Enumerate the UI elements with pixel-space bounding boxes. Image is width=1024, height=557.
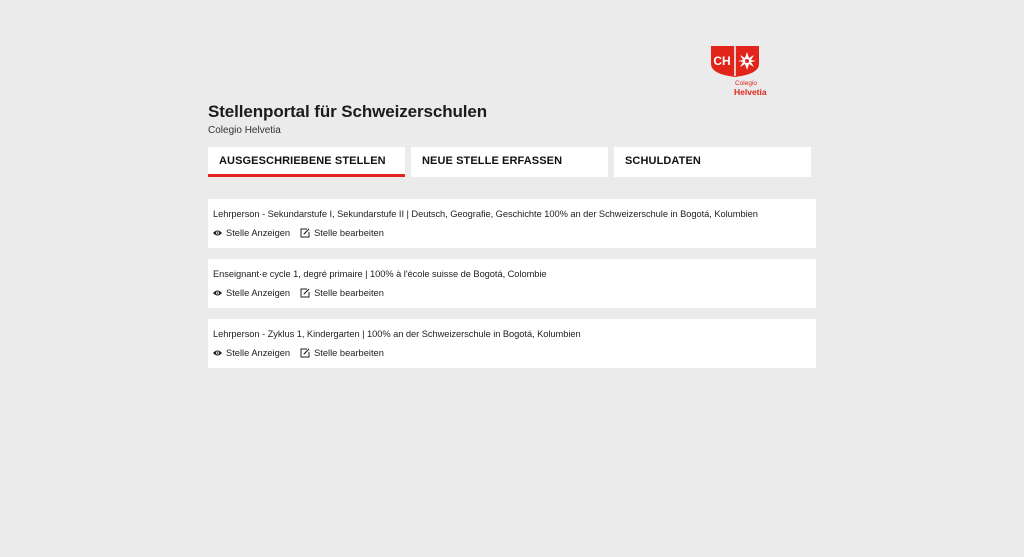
view-listing-button[interactable]: Stelle Anzeigen <box>213 288 290 298</box>
edit-listing-label: Stelle bearbeiten <box>314 348 384 358</box>
listing-actions: Stelle Anzeigen Stelle bearbeiten <box>213 348 811 358</box>
edit-listing-button[interactable]: Stelle bearbeiten <box>300 228 384 238</box>
edit-listing-button[interactable]: Stelle bearbeiten <box>300 348 384 358</box>
page: CH Colegio Helvetia Stellenportal für Sc… <box>0 0 1024 557</box>
edit-icon <box>300 288 310 298</box>
eye-icon <box>213 230 222 236</box>
view-listing-button[interactable]: Stelle Anzeigen <box>213 348 290 358</box>
tab-schuldaten[interactable]: SCHULDATEN <box>614 147 811 177</box>
school-logo[interactable]: CH Colegio Helvetia <box>709 44 775 100</box>
edit-listing-label: Stelle bearbeiten <box>314 288 384 298</box>
job-title: Lehrperson - Zyklus 1, Kindergarten | 10… <box>213 329 581 339</box>
eye-icon <box>213 350 222 356</box>
view-listing-label: Stelle Anzeigen <box>226 228 291 238</box>
job-listing-card: Enseignant·e cycle 1, degré primaire | 1… <box>208 259 816 308</box>
edit-icon <box>300 348 310 358</box>
tab-neue-stelle-erfassen[interactable]: NEUE STELLE ERFASSEN <box>411 147 608 177</box>
listing-actions: Stelle Anzeigen Stelle bearbeiten <box>213 288 811 298</box>
edit-listing-label: Stelle bearbeiten <box>314 228 384 238</box>
logo-caption-big: Helvetia <box>734 86 767 97</box>
job-title: Lehrperson - Sekundarstufe I, Sekundarst… <box>213 209 758 219</box>
view-listing-label: Stelle Anzeigen <box>226 348 291 358</box>
edit-icon <box>300 228 310 238</box>
logo-caption: Colegio Helvetia <box>734 80 767 97</box>
job-listing-card: Lehrperson - Sekundarstufe I, Sekundarst… <box>208 199 816 248</box>
job-listing-card: Lehrperson - Zyklus 1, Kindergarten | 10… <box>208 319 816 368</box>
logo-mark-text: CH <box>713 54 730 68</box>
tab-ausgeschriebene-stellen[interactable]: AUSGESCHRIEBENE STELLEN <box>208 147 405 177</box>
logo-shield-icon: CH <box>711 46 759 77</box>
job-listings: Lehrperson - Sekundarstufe I, Sekundarst… <box>208 199 816 379</box>
eye-icon <box>213 290 222 296</box>
view-listing-label: Stelle Anzeigen <box>226 288 291 298</box>
listing-actions: Stelle Anzeigen Stelle bearbeiten <box>213 228 811 238</box>
school-name: Colegio Helvetia <box>208 125 281 136</box>
view-listing-button[interactable]: Stelle Anzeigen <box>213 228 290 238</box>
page-title: Stellenportal für Schweizerschulen <box>208 102 488 121</box>
tab-bar: AUSGESCHRIEBENE STELLEN NEUE STELLE ERFA… <box>208 147 811 177</box>
job-title: Enseignant·e cycle 1, degré primaire | 1… <box>213 269 547 279</box>
edit-listing-button[interactable]: Stelle bearbeiten <box>300 288 384 298</box>
